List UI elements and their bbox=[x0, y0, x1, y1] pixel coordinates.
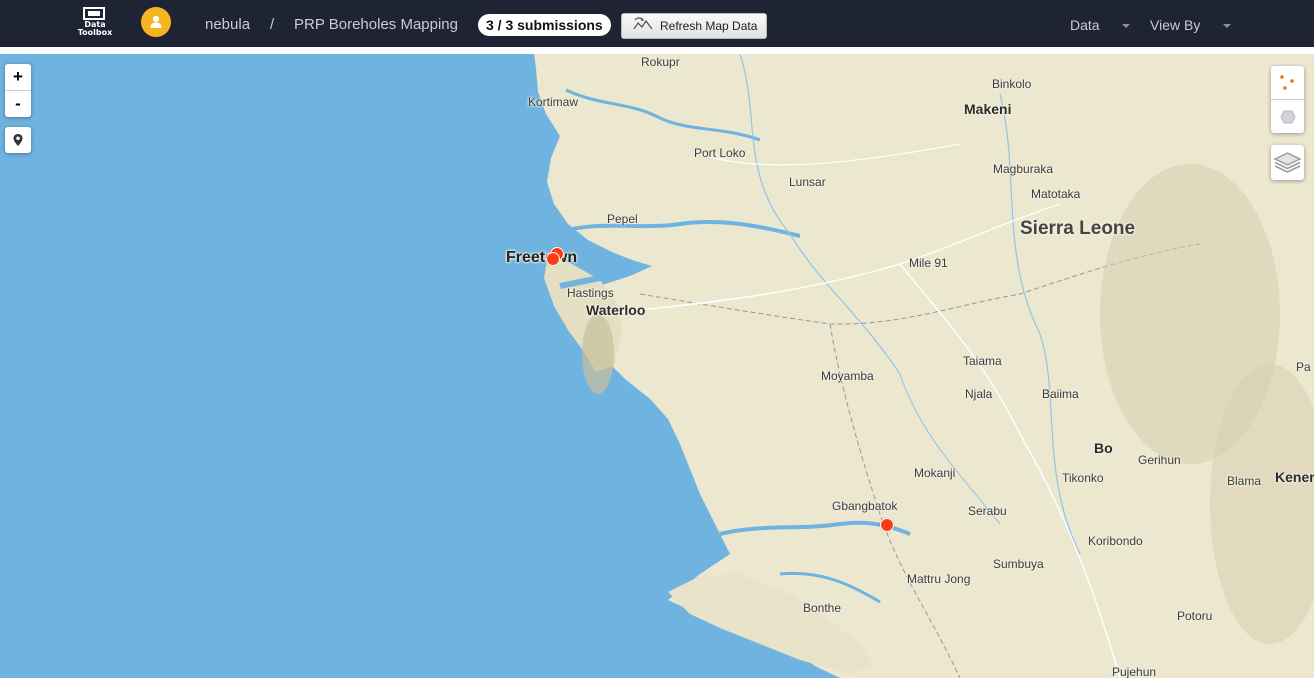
place-potoru: Potoru bbox=[1177, 609, 1213, 623]
place-sumbuya: Sumbuya bbox=[993, 557, 1044, 571]
place-hastings: Hastings bbox=[567, 286, 614, 300]
place-baiima: Baiima bbox=[1042, 387, 1079, 401]
hexagon-icon bbox=[1280, 110, 1296, 124]
place-gerihun: Gerihun bbox=[1138, 453, 1181, 467]
refresh-label: Refresh Map Data bbox=[660, 19, 758, 33]
layers-icon bbox=[1273, 152, 1302, 173]
place-lunsar: Lunsar bbox=[789, 175, 826, 189]
monitor-icon bbox=[83, 7, 105, 20]
place-freetown: Freetown bbox=[506, 249, 578, 266]
place-blama: Blama bbox=[1227, 474, 1262, 488]
place-port-loko: Port Loko bbox=[694, 146, 746, 160]
map-view[interactable]: Rokupr Kortimaw Binkolo Makeni Port Loko… bbox=[0, 54, 1314, 678]
draw-points-button[interactable] bbox=[1271, 66, 1304, 100]
place-kenema: Kener bbox=[1275, 469, 1314, 485]
place-magburaka: Magburaka bbox=[993, 162, 1054, 176]
place-pujehun: Pujehun bbox=[1112, 665, 1157, 678]
view-by-dropdown[interactable]: View By bbox=[1150, 17, 1200, 33]
place-bonthe: Bonthe bbox=[803, 601, 842, 615]
place-serabu: Serabu bbox=[968, 504, 1007, 518]
data-dropdown[interactable]: Data bbox=[1070, 17, 1100, 33]
place-moyamba: Moyamba bbox=[821, 369, 874, 383]
place-taiama: Taiama bbox=[963, 354, 1002, 368]
map-basemap[interactable] bbox=[0, 54, 1314, 678]
place-tikonko: Tikonko bbox=[1062, 471, 1104, 485]
zoom-control: + - bbox=[5, 64, 31, 117]
place-waterloo: Waterloo bbox=[586, 302, 646, 318]
zoom-out-button[interactable]: - bbox=[5, 91, 31, 117]
breadcrumb-project[interactable]: nebula bbox=[205, 16, 250, 33]
top-navbar: Data Toolbox nebula / PRP Boreholes Mapp… bbox=[0, 0, 1314, 47]
place-binkolo: Binkolo bbox=[992, 77, 1032, 91]
place-mokanji: Mokanji bbox=[914, 466, 956, 480]
data-toolbox-logo[interactable]: Data Toolbox bbox=[70, 7, 120, 39]
breadcrumb-form[interactable]: PRP Boreholes Mapping bbox=[294, 16, 458, 33]
locate-button[interactable] bbox=[5, 127, 31, 153]
place-koribondo: Koribondo bbox=[1088, 534, 1143, 548]
place-njala: Njala bbox=[965, 387, 993, 401]
user-avatar[interactable] bbox=[141, 7, 171, 37]
place-pa: Pa bbox=[1296, 360, 1311, 374]
user-icon bbox=[150, 15, 162, 28]
place-mattru-jong: Mattru Jong bbox=[907, 572, 971, 586]
place-makeni: Makeni bbox=[964, 101, 1012, 117]
place-gbangbatok: Gbangbatok bbox=[832, 499, 898, 513]
scatter-points-icon bbox=[1280, 75, 1294, 90]
place-matotaka: Matotaka bbox=[1031, 187, 1081, 201]
place-pepel: Pepel bbox=[607, 212, 638, 226]
draw-toolbar bbox=[1271, 66, 1304, 133]
place-bo: Bo bbox=[1094, 440, 1113, 456]
refresh-map-data-button[interactable]: Refresh Map Data bbox=[621, 13, 767, 39]
logo-text-line2: Toolbox bbox=[77, 28, 113, 37]
navbar-divider bbox=[0, 47, 1314, 54]
refresh-map-icon bbox=[633, 17, 653, 30]
zoom-in-button[interactable]: + bbox=[5, 64, 31, 91]
logo-text: Data Toolbox bbox=[70, 21, 120, 37]
layers-button[interactable] bbox=[1271, 145, 1304, 180]
place-rokupr: Rokupr bbox=[641, 55, 680, 69]
place-mile-91: Mile 91 bbox=[909, 256, 948, 270]
map-pin-icon bbox=[13, 134, 23, 146]
submission-marker[interactable] bbox=[880, 518, 894, 532]
breadcrumb-separator: / bbox=[270, 16, 275, 33]
place-kortimaw: Kortimaw bbox=[528, 95, 579, 109]
place-sierra-leone: Sierra Leone bbox=[1020, 218, 1136, 239]
view-by-chevron-down-icon[interactable] bbox=[1223, 24, 1231, 28]
submissions-badge: 3 / 3 submissions bbox=[478, 14, 611, 36]
draw-polygon-button[interactable] bbox=[1271, 100, 1304, 133]
data-chevron-down-icon[interactable] bbox=[1122, 24, 1130, 28]
submission-marker[interactable] bbox=[546, 252, 560, 266]
